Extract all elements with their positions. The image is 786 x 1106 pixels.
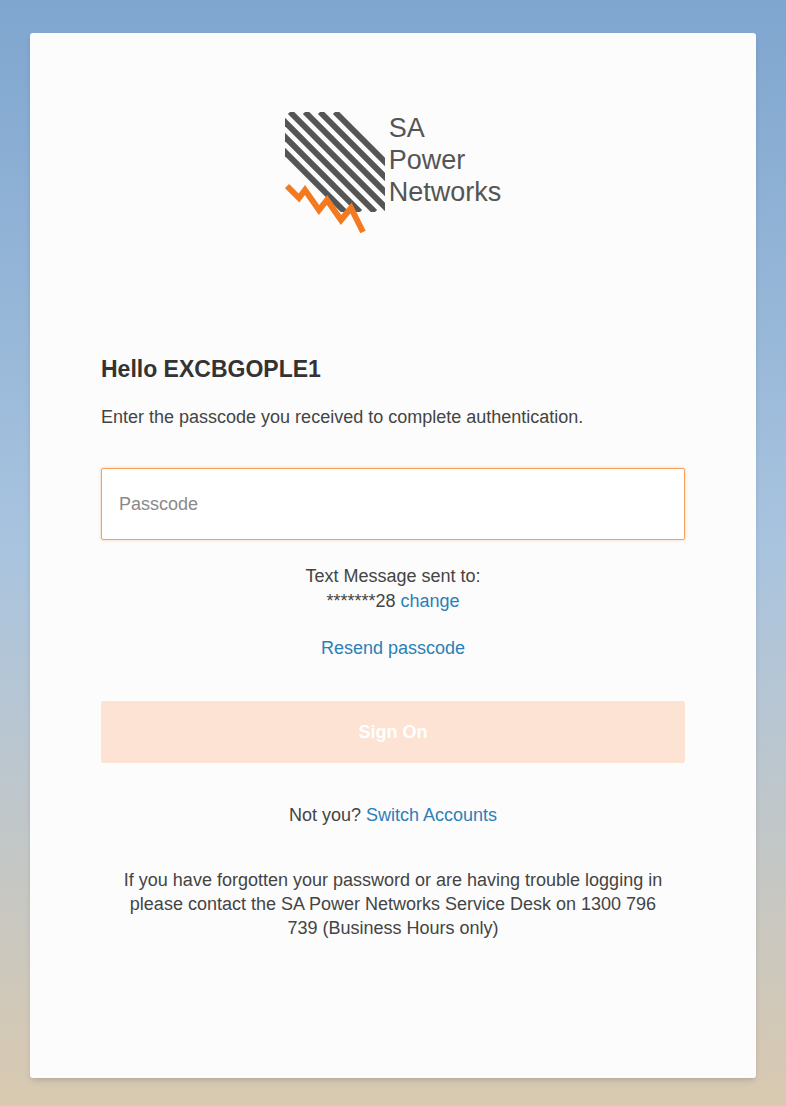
sign-on-button[interactable]: Sign On: [101, 701, 685, 763]
login-page: SAPowerNetworks Hello EXCBGOPLE1 Enter the…: [0, 0, 786, 1106]
passcode-input[interactable]: [101, 468, 685, 540]
logo-text: SAPowerNetworks: [389, 112, 502, 208]
switch-account-row: Not you? Switch Accounts: [289, 803, 497, 828]
greeting: Hello EXCBGOPLE1: [101, 354, 685, 384]
delivery-label: Text Message sent to:: [305, 564, 480, 589]
resend-passcode-link[interactable]: Resend passcode: [321, 636, 465, 661]
switch-account-prompt: Not you?: [289, 805, 361, 825]
logo: SAPowerNetworks: [101, 112, 685, 236]
delivery-number-row: *******28 change: [326, 589, 459, 614]
instruction: Enter the passcode you received to compl…: [101, 404, 685, 430]
logo-text-line: Networks: [389, 176, 502, 208]
logo-text-line: SA: [389, 112, 502, 144]
masked-number: *******28: [326, 591, 395, 611]
login-card: SAPowerNetworks Hello EXCBGOPLE1 Enter the…: [30, 33, 756, 1078]
help-text: If you have forgotten your password or a…: [101, 868, 685, 940]
logo-text-line: Power: [389, 144, 502, 176]
logo-mark-icon: [285, 112, 385, 236]
delivery-info: Text Message sent to:*******28 change: [101, 564, 685, 614]
change-link[interactable]: change: [401, 591, 460, 611]
switch-accounts-link[interactable]: Switch Accounts: [366, 805, 497, 825]
